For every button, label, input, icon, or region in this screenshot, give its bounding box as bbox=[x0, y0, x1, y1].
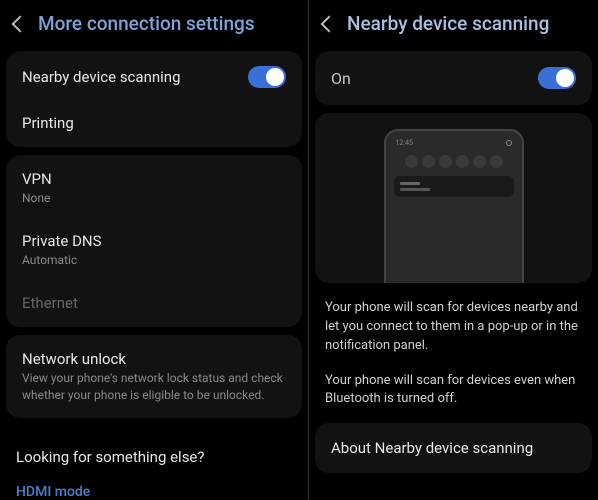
row-network-unlock[interactable]: Network unlock View your phone's network… bbox=[6, 337, 302, 415]
row-label: Network unlock bbox=[22, 350, 286, 368]
toggle-label: On bbox=[331, 69, 351, 88]
header: More connection settings bbox=[0, 0, 308, 51]
section-network: VPN None Private DNS Automatic Ethernet bbox=[6, 155, 302, 327]
row-private-dns[interactable]: Private DNS Automatic bbox=[6, 219, 302, 281]
row-label: Private DNS bbox=[22, 232, 286, 250]
row-vpn[interactable]: VPN None bbox=[6, 157, 302, 219]
row-nearby-device-scanning[interactable]: Nearby device scanning bbox=[6, 53, 302, 101]
row-label: VPN bbox=[22, 170, 286, 188]
row-sub: View your phone's network lock status an… bbox=[22, 370, 286, 402]
row-label: Nearby device scanning bbox=[22, 68, 248, 86]
row-printing[interactable]: Printing bbox=[6, 101, 302, 145]
row-master-toggle[interactable]: On bbox=[315, 51, 592, 105]
phone-mockup-icon: 12:45 bbox=[384, 129, 524, 283]
section-connectivity: Nearby device scanning Printing bbox=[6, 51, 302, 147]
more-connection-settings-screen: More connection settings Nearby device s… bbox=[0, 0, 309, 500]
description-2: Your phone will scan for devices even wh… bbox=[309, 364, 598, 418]
page-title: Nearby device scanning bbox=[347, 12, 549, 35]
link-hdmi-mode[interactable]: HDMI mode bbox=[0, 474, 308, 500]
row-ethernet: Ethernet bbox=[6, 281, 302, 325]
description-1: Your phone will scan for devices nearby … bbox=[309, 291, 598, 364]
looking-heading: Looking for something else? bbox=[0, 426, 308, 474]
gear-icon bbox=[506, 140, 512, 146]
row-about[interactable]: About Nearby device scanning bbox=[315, 423, 592, 473]
toggle-nearby-scanning-master[interactable] bbox=[538, 67, 576, 89]
row-label: Printing bbox=[22, 114, 286, 132]
mock-time: 12:45 bbox=[396, 139, 413, 147]
illustration-card: 12:45 bbox=[315, 113, 592, 283]
row-sub: None bbox=[22, 190, 286, 206]
notification-mock-icon bbox=[394, 176, 514, 197]
section-unlock: Network unlock View your phone's network… bbox=[6, 335, 302, 417]
back-icon[interactable] bbox=[12, 15, 29, 32]
row-label: Ethernet bbox=[22, 294, 286, 312]
header: Nearby device scanning bbox=[309, 0, 598, 51]
nearby-device-scanning-screen: Nearby device scanning On 12:45 Your pho… bbox=[309, 0, 598, 500]
quick-toggle-dots-icon bbox=[394, 151, 514, 176]
toggle-nearby-device-scanning[interactable] bbox=[248, 66, 286, 88]
page-title: More connection settings bbox=[38, 12, 255, 35]
back-icon[interactable] bbox=[321, 15, 338, 32]
row-sub: Automatic bbox=[22, 252, 286, 268]
